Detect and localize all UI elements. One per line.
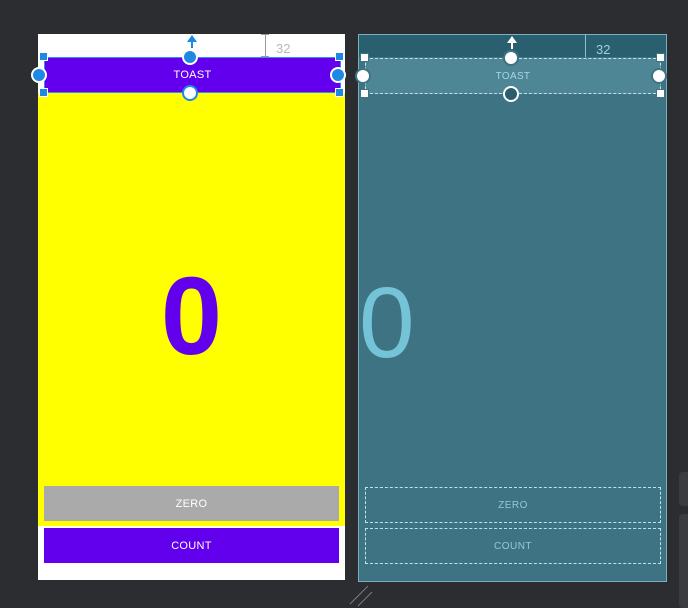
resize-grip-icon[interactable] xyxy=(348,584,374,608)
margin-dimension-label: 32 xyxy=(276,41,291,56)
blueprint-resize-handle-top-right[interactable] xyxy=(656,53,665,62)
resize-handle-bottom-right[interactable] xyxy=(335,88,344,97)
blueprint-margin-dimension-line xyxy=(585,35,586,57)
resize-handle-bottom-left[interactable] xyxy=(39,88,48,97)
resize-handle-top-left[interactable] xyxy=(39,52,48,61)
blueprint-margin-dimension-label: 32 xyxy=(596,42,611,57)
blueprint-resize-handle-top-left[interactable] xyxy=(360,53,369,62)
blueprint-zero-button[interactable]: ZERO xyxy=(365,487,661,523)
constraint-handle-right[interactable] xyxy=(330,67,346,83)
show-count-text[interactable]: 0 xyxy=(38,255,345,378)
margin-dimension-line xyxy=(265,34,266,57)
margin-dimension-cap xyxy=(261,34,269,35)
blueprint-resize-handle-bottom-right[interactable] xyxy=(656,89,665,98)
blueprint-constraint-arrow-up-icon xyxy=(507,36,517,49)
constraint-handle-bottom[interactable] xyxy=(182,85,198,101)
resize-handle-top-right[interactable] xyxy=(335,52,344,61)
blueprint-surface[interactable]: 32 TOAST 0 ZERO COUNT xyxy=(355,34,667,582)
blueprint-constraint-handle-right[interactable] xyxy=(651,68,667,84)
constraint-handle-top[interactable] xyxy=(182,49,198,65)
blueprint-constraint-handle-top[interactable] xyxy=(503,50,519,66)
blueprint-count-button[interactable]: COUNT xyxy=(365,528,661,564)
blueprint-resize-handle-bottom-left[interactable] xyxy=(360,89,369,98)
count-button[interactable]: COUNT xyxy=(44,528,339,563)
constraint-arrow-up-icon xyxy=(187,35,197,48)
side-panel-tab[interactable] xyxy=(679,514,688,608)
zero-button[interactable]: ZERO xyxy=(44,486,339,521)
design-surface[interactable]: 32 TOAST 0 ZERO COUNT xyxy=(31,34,346,580)
blueprint-constraint-handle-bottom[interactable] xyxy=(503,86,519,102)
blueprint-show-count-text[interactable]: 0 xyxy=(359,263,419,383)
side-panel-tab[interactable] xyxy=(679,472,688,506)
blueprint-constraint-handle-left[interactable] xyxy=(355,68,371,84)
constraint-handle-left[interactable] xyxy=(31,67,47,83)
